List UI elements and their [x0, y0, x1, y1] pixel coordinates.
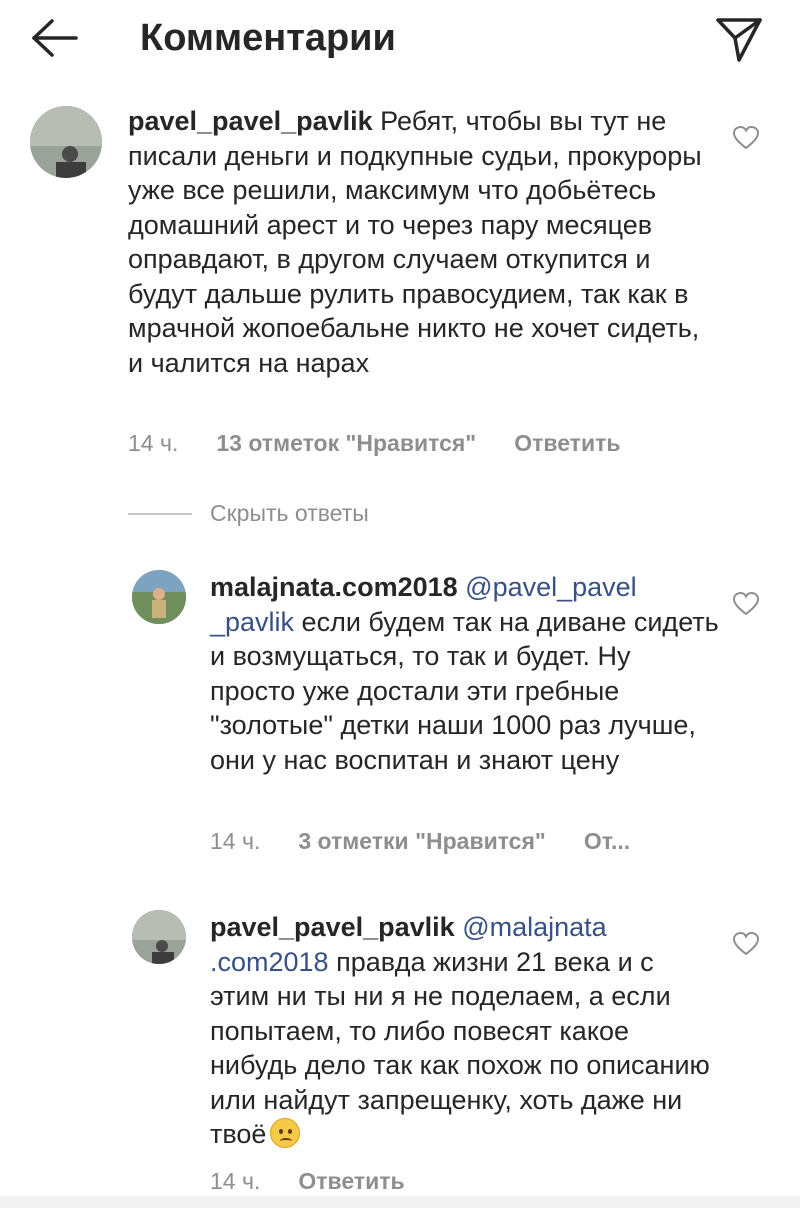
page-title: Комментарии [140, 17, 396, 59]
divider [128, 513, 192, 515]
avatar-image [132, 570, 186, 624]
top-bar: Комментарии [0, 0, 800, 80]
bottom-divider [0, 1196, 800, 1208]
comment-text: pavel_pavel_pavlik @malajnata .com2018 п… [210, 910, 720, 1152]
comment-text: pavel_pavel_pavlik Ребят, чтобы вы тут н… [128, 104, 718, 380]
avatar[interactable] [132, 570, 186, 624]
slightly-frowning-face-icon [270, 1118, 301, 1148]
heart-icon [732, 591, 760, 616]
paper-plane-icon [716, 18, 762, 62]
avatar[interactable] [132, 910, 186, 964]
comment-likes[interactable]: 3 отметки "Нравится" [298, 828, 545, 854]
comment-time: 14 ч. [210, 828, 261, 854]
comment-time: 14 ч. [128, 430, 179, 456]
like-button[interactable] [732, 931, 760, 956]
heart-icon [732, 125, 760, 150]
comment-meta: 14 ч. 3 отметки "Нравится" От... [210, 828, 668, 855]
comment-meta: 14 ч. Ответить [210, 1168, 443, 1195]
share-button[interactable] [712, 12, 764, 64]
reply-button[interactable]: Ответить [298, 1168, 404, 1194]
avatar[interactable] [30, 106, 102, 178]
avatar-image [132, 910, 186, 964]
comment-username[interactable]: pavel_pavel_pavlik [128, 106, 373, 136]
avatar-image [30, 106, 102, 178]
comment-text: malajnata.com2018 @pavel_pavel _pavlik е… [210, 570, 720, 777]
comment-username[interactable]: malajnata.com2018 [210, 572, 458, 602]
reply-button[interactable]: От... [584, 828, 630, 854]
comment-username[interactable]: pavel_pavel_pavlik [210, 912, 455, 942]
heart-icon [732, 931, 760, 956]
back-button[interactable] [30, 16, 80, 60]
reply-button[interactable]: Ответить [514, 430, 620, 456]
comment-meta: 14 ч. 13 отметок "Нравится" Ответить [128, 430, 659, 457]
like-button[interactable] [732, 591, 760, 616]
like-button[interactable] [732, 125, 760, 150]
hide-replies-label: Скрыть ответы [210, 500, 369, 526]
arrow-left-icon [32, 19, 78, 57]
comment-body: Ребят, чтобы вы тут не писали деньги и п… [128, 106, 702, 378]
comment-time: 14 ч. [210, 1168, 261, 1194]
comment-likes[interactable]: 13 отметок "Нравится" [216, 430, 476, 456]
